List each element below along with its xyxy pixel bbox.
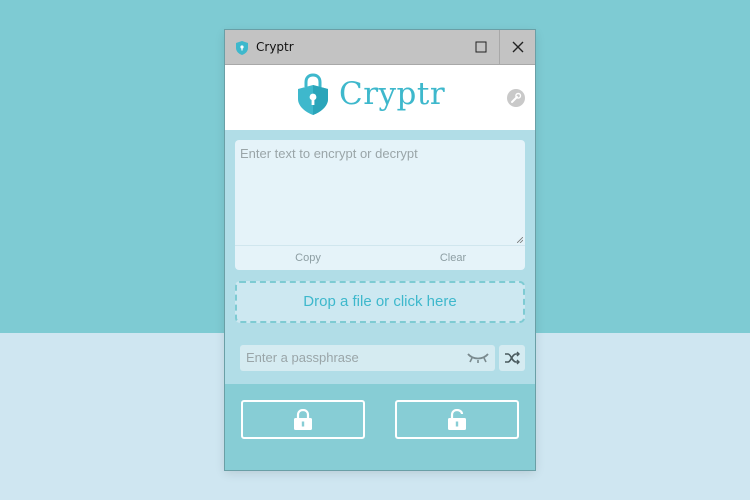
encrypt-button[interactable]	[241, 400, 365, 439]
passphrase-input[interactable]: Enter a passphrase	[240, 345, 495, 371]
app-header: Cryptr	[225, 65, 535, 130]
close-icon	[512, 41, 523, 53]
message-textarea[interactable]: Enter text to encrypt or decrypt	[235, 140, 525, 246]
resize-grip-icon[interactable]	[517, 237, 523, 243]
copy-button[interactable]: Copy	[268, 252, 348, 264]
action-section	[225, 384, 535, 470]
logo-lock-shield-icon	[298, 73, 328, 115]
shuffle-icon	[505, 351, 520, 365]
text-section: Enter text to encrypt or decrypt Copy Cl…	[225, 130, 535, 277]
maximize-button[interactable]	[463, 30, 499, 64]
app-shield-icon	[236, 41, 248, 55]
clear-button[interactable]: Clear	[413, 252, 493, 264]
close-button[interactable]	[499, 30, 535, 64]
lock-open-icon	[448, 408, 466, 430]
decrypt-button[interactable]	[395, 400, 519, 439]
settings-button[interactable]	[507, 89, 525, 107]
generate-passphrase-button[interactable]	[499, 345, 525, 371]
app-window: Cryptr Cryptr Enter text to encrypt or d…	[225, 30, 535, 470]
wrench-icon	[511, 92, 522, 103]
drop-section: Drop a file or click here	[225, 277, 535, 333]
maximize-icon	[475, 41, 487, 53]
text-card: Enter text to encrypt or decrypt Copy Cl…	[235, 140, 525, 270]
title-bar[interactable]: Cryptr	[225, 30, 535, 65]
file-drop-zone[interactable]: Drop a file or click here	[235, 281, 525, 323]
window-title: Cryptr	[256, 40, 294, 54]
logo-text: Cryptr	[339, 76, 446, 112]
eye-closed-icon[interactable]	[467, 352, 489, 364]
lock-closed-icon	[294, 408, 312, 430]
